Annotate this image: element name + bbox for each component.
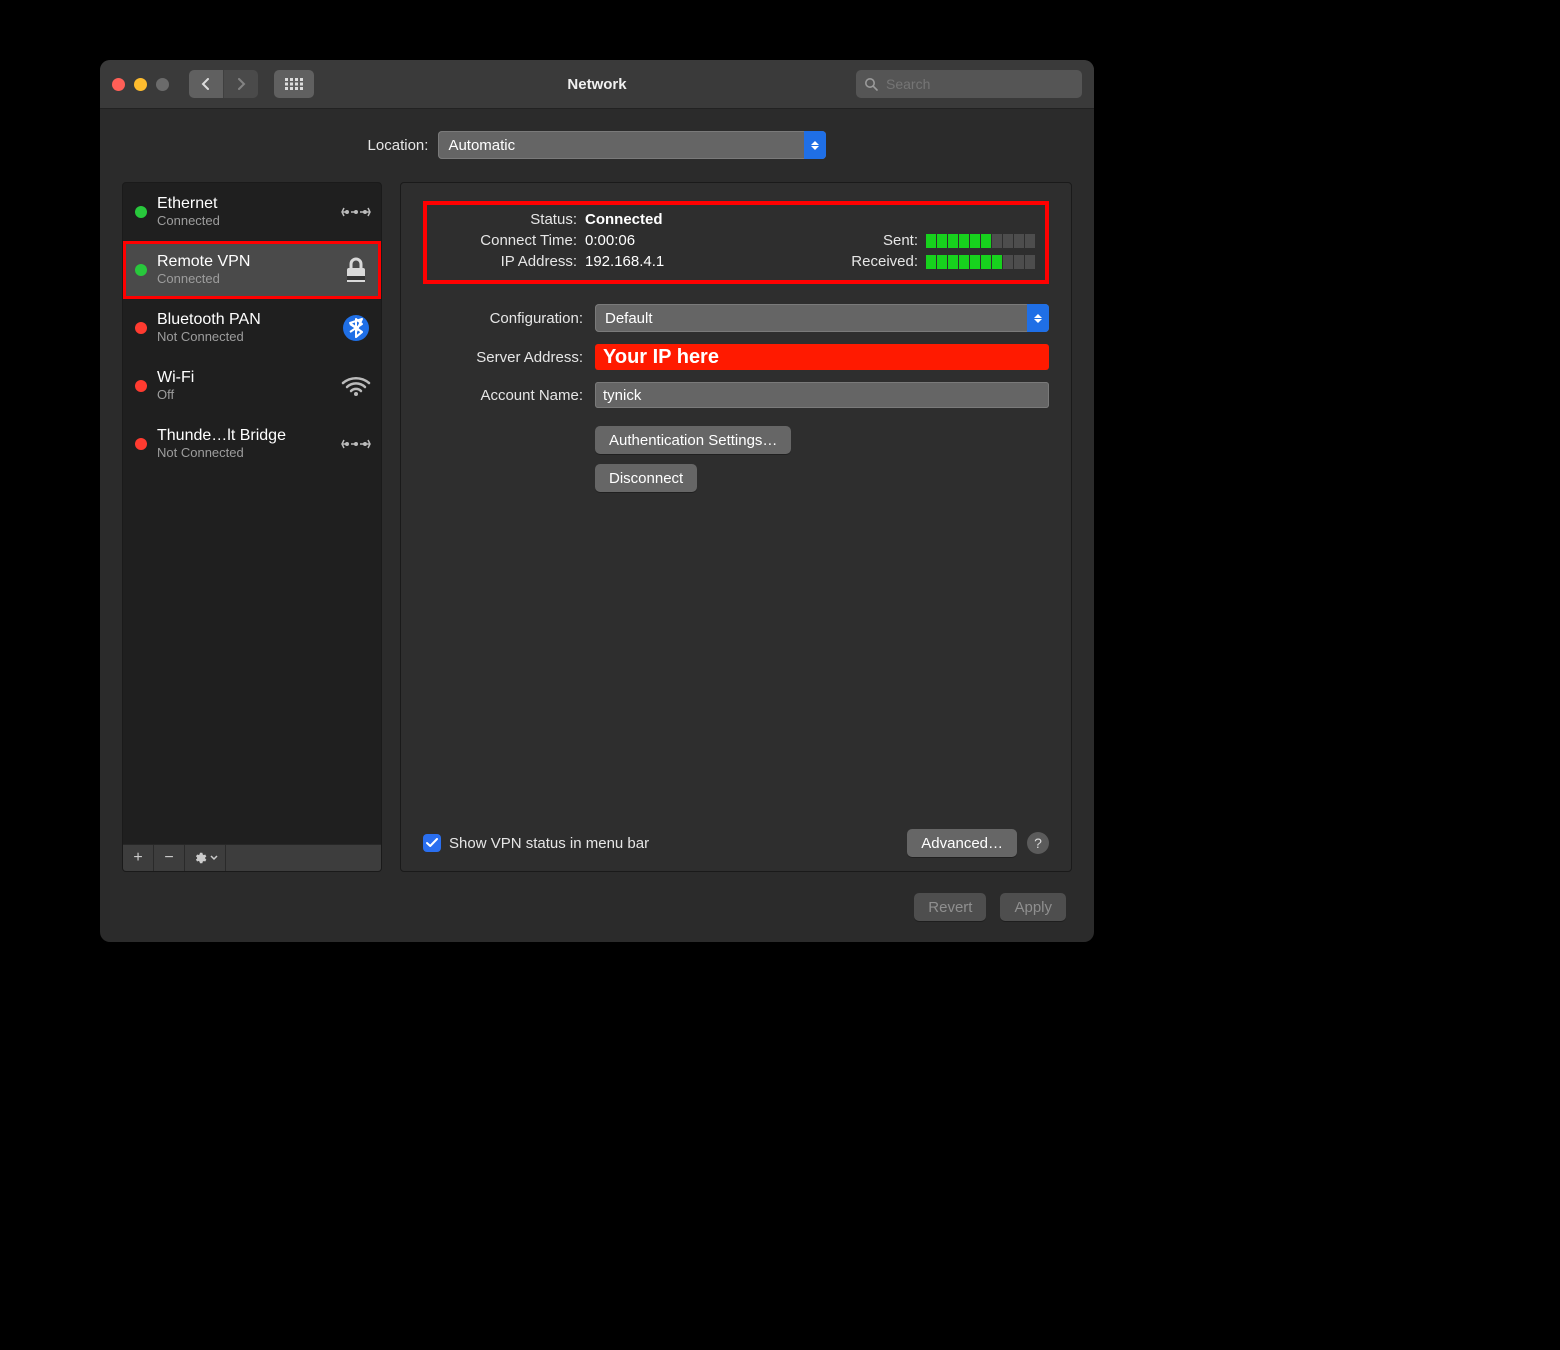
authentication-settings-button[interactable]: Authentication Settings… bbox=[595, 426, 791, 454]
search-icon bbox=[864, 77, 878, 91]
connect-time-label: Connect Time: bbox=[437, 232, 585, 249]
service-name: Remote VPN bbox=[157, 253, 331, 271]
apply-button[interactable]: Apply bbox=[1000, 893, 1066, 921]
bluetooth-icon bbox=[341, 313, 371, 343]
service-item-text: Thunde…lt BridgeNot Connected bbox=[157, 427, 331, 460]
chevron-up-down-icon bbox=[1027, 304, 1049, 332]
service-item-wifi[interactable]: Wi-FiOff bbox=[123, 357, 381, 415]
toolbar: Network bbox=[100, 60, 1094, 109]
search-field[interactable] bbox=[856, 70, 1082, 98]
status-label: Status: bbox=[437, 211, 585, 228]
zoom-window-button[interactable] bbox=[156, 78, 169, 91]
configuration-value: Default bbox=[605, 310, 653, 327]
service-item-text: Bluetooth PANNot Connected bbox=[157, 311, 331, 344]
location-label: Location: bbox=[368, 137, 429, 154]
close-window-button[interactable] bbox=[112, 78, 125, 91]
service-list: EthernetConnectedRemote VPNConnectedBlue… bbox=[123, 183, 381, 844]
service-list-toolbar: + − bbox=[123, 844, 381, 871]
service-detail-panel: Status: Connected Connect Time: 0:00:06 … bbox=[400, 182, 1072, 872]
server-address-value: Your IP here bbox=[603, 346, 719, 369]
service-name: Ethernet bbox=[157, 195, 331, 213]
account-name-label: Account Name: bbox=[423, 387, 595, 404]
ip-value: 192.168.4.1 bbox=[585, 253, 664, 270]
status-dot-icon bbox=[135, 380, 147, 392]
search-input[interactable] bbox=[884, 75, 1074, 93]
service-status: Connected bbox=[157, 214, 331, 229]
sent-label: Sent: bbox=[883, 232, 918, 249]
service-item-lock[interactable]: Remote VPNConnected bbox=[123, 241, 381, 299]
lock-icon bbox=[341, 255, 371, 285]
disconnect-button[interactable]: Disconnect bbox=[595, 464, 697, 492]
received-label: Received: bbox=[851, 253, 918, 270]
account-name-field[interactable]: tynick bbox=[595, 382, 1049, 408]
traffic-lights bbox=[112, 78, 169, 91]
service-name: Thunde…lt Bridge bbox=[157, 427, 331, 445]
service-item-ethernet[interactable]: Thunde…lt BridgeNot Connected bbox=[123, 415, 381, 473]
help-button[interactable]: ? bbox=[1027, 832, 1049, 854]
service-item-text: Remote VPNConnected bbox=[157, 253, 331, 286]
show-vpn-menu-checkbox[interactable] bbox=[423, 834, 441, 852]
configuration-label: Configuration: bbox=[423, 310, 595, 327]
gear-icon bbox=[193, 851, 207, 865]
ethernet-icon bbox=[341, 197, 371, 227]
ethernet-icon bbox=[341, 429, 371, 459]
service-item-bluetooth[interactable]: Bluetooth PANNot Connected bbox=[123, 299, 381, 357]
wifi-icon bbox=[341, 371, 371, 401]
chevron-down-icon bbox=[210, 855, 218, 861]
service-name: Bluetooth PAN bbox=[157, 311, 331, 329]
status-dot-icon bbox=[135, 264, 147, 276]
status-dot-icon bbox=[135, 206, 147, 218]
location-value: Automatic bbox=[448, 137, 515, 154]
show-all-button[interactable] bbox=[274, 70, 314, 98]
revert-button[interactable]: Revert bbox=[914, 893, 986, 921]
server-address-label: Server Address: bbox=[423, 349, 595, 366]
status-dot-icon bbox=[135, 438, 147, 450]
status-box: Status: Connected Connect Time: 0:00:06 … bbox=[423, 201, 1049, 284]
received-meter bbox=[926, 255, 1035, 269]
network-preferences-window: Network Location: Automatic EthernetConn… bbox=[100, 60, 1094, 942]
service-status: Not Connected bbox=[157, 330, 331, 345]
service-status: Off bbox=[157, 388, 331, 403]
show-vpn-menu-label: Show VPN status in menu bar bbox=[449, 835, 649, 852]
advanced-button[interactable]: Advanced… bbox=[907, 829, 1017, 857]
service-actions-menu[interactable] bbox=[185, 845, 226, 871]
minimize-window-button[interactable] bbox=[134, 78, 147, 91]
forward-button[interactable] bbox=[223, 70, 258, 98]
connect-time-value: 0:00:06 bbox=[585, 232, 635, 249]
service-status: Connected bbox=[157, 272, 331, 287]
remove-service-button[interactable]: − bbox=[154, 845, 185, 871]
server-address-field[interactable]: Your IP here bbox=[595, 344, 1049, 370]
nav-history-segment bbox=[189, 70, 258, 98]
account-name-value: tynick bbox=[603, 387, 641, 404]
back-button[interactable] bbox=[189, 70, 223, 98]
service-status: Not Connected bbox=[157, 446, 331, 461]
service-item-ethernet[interactable]: EthernetConnected bbox=[123, 183, 381, 241]
service-item-text: Wi-FiOff bbox=[157, 369, 331, 402]
location-select[interactable]: Automatic bbox=[438, 131, 826, 159]
status-dot-icon bbox=[135, 322, 147, 334]
status-value: Connected bbox=[585, 211, 663, 228]
add-service-button[interactable]: + bbox=[123, 845, 154, 871]
service-name: Wi-Fi bbox=[157, 369, 331, 387]
chevron-up-down-icon bbox=[804, 131, 826, 159]
sent-meter bbox=[926, 234, 1035, 248]
service-list-panel: EthernetConnectedRemote VPNConnectedBlue… bbox=[122, 182, 382, 872]
check-icon bbox=[426, 838, 438, 848]
service-item-text: EthernetConnected bbox=[157, 195, 331, 228]
ip-label: IP Address: bbox=[437, 253, 585, 270]
location-row: Location: Automatic bbox=[100, 108, 1094, 182]
footer: Revert Apply bbox=[100, 872, 1094, 942]
configuration-select[interactable]: Default bbox=[595, 304, 1049, 332]
